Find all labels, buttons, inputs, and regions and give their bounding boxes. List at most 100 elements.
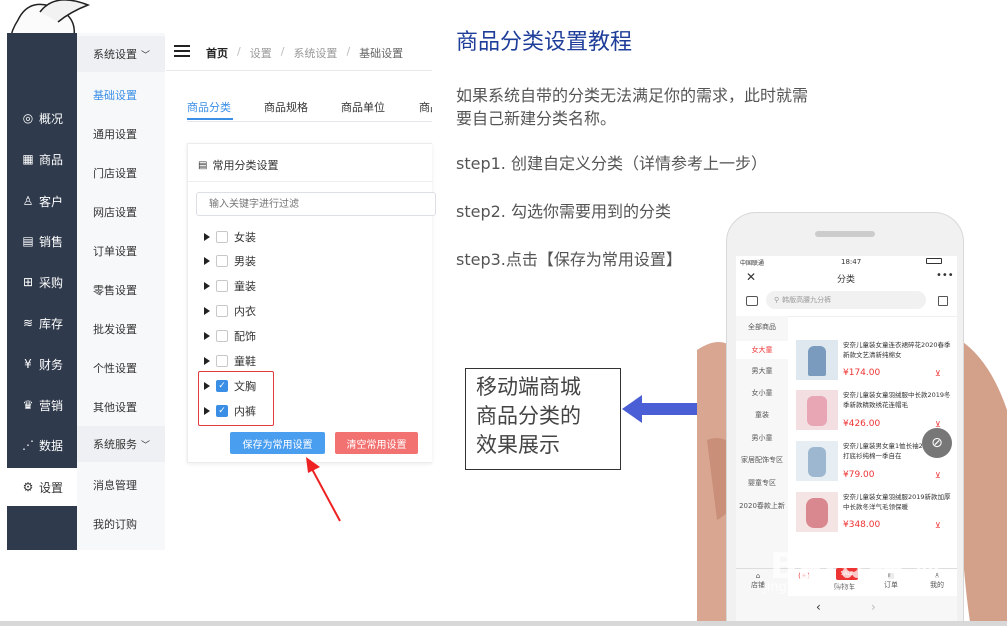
phone-category[interactable]: 男小童 — [736, 433, 788, 443]
caret-right-icon[interactable] — [204, 257, 210, 265]
tab-unit[interactable]: 商品单位 — [341, 99, 385, 115]
nav-data[interactable]: ⋰ 数据 — [7, 427, 77, 463]
tutorial-step1: step1. 创建自定义分类（详情参考上一步） — [456, 154, 767, 173]
save-common-button[interactable]: 保存为常用设置 — [230, 432, 325, 454]
sub-item-basic[interactable]: 基础设置 — [93, 87, 137, 103]
search-icon: ⚲ — [774, 296, 780, 304]
checkbox[interactable] — [216, 255, 228, 267]
highlight-box — [198, 371, 274, 426]
tree-item-men[interactable]: 男装 — [204, 253, 256, 269]
phone-category[interactable]: 婴童专区 — [736, 478, 788, 488]
link-icon[interactable]: ⊘ — [922, 428, 952, 458]
sub-item-other[interactable]: 其他设置 — [93, 399, 137, 415]
product-title[interactable]: 安奈儿童装女童羽绒服2019新款加厚中长款冬洋气毛领保暖 — [843, 492, 951, 512]
nav-overview[interactable]: ◎ 概况 — [7, 100, 77, 136]
panel-divider — [188, 181, 433, 182]
caret-right-icon[interactable] — [204, 282, 210, 290]
crumb-home[interactable]: 首页 — [206, 45, 228, 61]
caret-right-icon[interactable] — [204, 332, 210, 340]
product-price: ¥174.00 — [843, 368, 881, 378]
all-goods[interactable]: 全部商品 — [736, 322, 788, 332]
tree-item-kids-shoes[interactable]: 童鞋 — [204, 353, 256, 369]
yen-icon: ¥ — [24, 357, 32, 371]
product-image[interactable] — [796, 492, 838, 532]
nav-customer[interactable]: ♙ 客户 — [7, 183, 77, 219]
sub-item-store[interactable]: 门店设置 — [93, 165, 137, 181]
hamburger-icon[interactable] — [174, 45, 190, 57]
item-label: 女装 — [234, 231, 256, 244]
cart-icon[interactable]: ⊻ — [935, 471, 941, 480]
sub-item-general[interactable]: 通用设置 — [93, 126, 137, 142]
forward-icon[interactable]: › — [871, 600, 876, 614]
nav-purchase[interactable]: ⊞ 采购 — [7, 264, 77, 300]
sub-item-messages[interactable]: 消息管理 — [93, 477, 137, 493]
tree-item-women[interactable]: 女装 — [204, 229, 256, 245]
phone-search[interactable]: ⚲ 韩版高腰九分裤 — [766, 291, 926, 309]
filter-input[interactable] — [196, 192, 436, 216]
close-icon[interactable]: ✕ — [746, 270, 756, 284]
layers-icon: ≋ — [22, 316, 34, 330]
tabs-divider — [187, 121, 432, 122]
product-title[interactable]: 安奈儿童装女童羽绒服中长款2019冬季新款精致绣花连帽毛 — [843, 390, 951, 410]
nav-label: 销售 — [38, 234, 63, 249]
caret-right-icon[interactable] — [204, 307, 210, 315]
nav-label: 财务 — [38, 357, 63, 372]
cart-icon[interactable]: ⊻ — [935, 521, 941, 530]
nav-inventory[interactable]: ≋ 库存 — [7, 305, 77, 341]
tab-spec[interactable]: 商品规格 — [264, 99, 308, 115]
checkbox[interactable] — [216, 330, 228, 342]
phone-category[interactable]: 男大童 — [736, 366, 788, 376]
nav-sales[interactable]: ▤ 销售 — [7, 223, 77, 259]
sub-item-retail[interactable]: 零售设置 — [93, 282, 137, 298]
crumb-system-settings[interactable]: 系统设置 — [293, 45, 337, 61]
nav-label: 数据 — [38, 438, 63, 453]
checkbox[interactable] — [216, 305, 228, 317]
tab-more[interactable]: 商品 — [419, 99, 432, 115]
product-image[interactable] — [796, 441, 838, 481]
sub-item-personal[interactable]: 个性设置 — [93, 360, 137, 376]
tab-category[interactable]: 商品分类 — [187, 99, 231, 115]
cart-icon[interactable]: ⊻ — [935, 369, 941, 378]
back-icon[interactable]: ‹ — [816, 600, 821, 614]
bottom-rule — [0, 621, 1007, 626]
sub-item-wholesale[interactable]: 批发设置 — [93, 321, 137, 337]
nav-goods[interactable]: ▦ 商品 — [7, 141, 77, 177]
group-system-settings[interactable]: 系统设置 ﹀ — [77, 36, 165, 72]
nav-settings[interactable]: ⚙ 设置 — [7, 468, 77, 506]
group-system-service[interactable]: 系统服务 ﹀ — [77, 426, 165, 462]
nav-label: 客户 — [38, 194, 63, 209]
tutorial-paragraph-line1: 如果系统自带的分类无法满足你的需求，此时就需 — [456, 86, 809, 105]
sub-item-webstore[interactable]: 网店设置 — [93, 204, 137, 220]
bag-icon[interactable] — [938, 296, 948, 306]
product-image[interactable] — [796, 340, 838, 380]
phone-category[interactable]: 2020春款上新 — [736, 501, 788, 511]
crumb-settings[interactable]: 设置 — [250, 45, 272, 61]
item-label: 内衣 — [234, 305, 256, 318]
document-icon: ▤ — [22, 234, 34, 248]
more-icon[interactable]: ••• — [936, 270, 954, 281]
product-title[interactable]: 安奈儿童装女童连衣裙碎花2020春季新款文艺清新纯棉女 — [843, 340, 951, 360]
phone-category[interactable]: 童装 — [736, 410, 788, 420]
caret-right-icon[interactable] — [204, 357, 210, 365]
product-image[interactable] — [796, 390, 838, 430]
gear-icon: ⚙ — [22, 480, 34, 494]
checkbox[interactable] — [216, 355, 228, 367]
checkbox[interactable] — [216, 231, 228, 243]
clear-common-button[interactable]: 清空常用设置 — [335, 432, 418, 454]
nav-marketing[interactable]: ♛ 营销 — [7, 387, 77, 423]
tree-item-kids[interactable]: 童装 — [204, 278, 256, 294]
nav-finance[interactable]: ¥ 财务 — [7, 346, 77, 382]
phone-category[interactable]: 女小童 — [736, 388, 788, 398]
sub-item-subscriptions[interactable]: 我的订购 — [93, 516, 137, 532]
phone-category-active[interactable]: 女大童 — [736, 341, 788, 359]
red-arrow-annotation — [306, 457, 341, 522]
phone-title: 分类 — [837, 275, 856, 285]
tree-item-underwear[interactable]: 内衣 — [204, 303, 256, 319]
phone-category[interactable]: 家居配饰专区 — [736, 455, 788, 465]
message-icon[interactable] — [746, 296, 758, 306]
checkbox[interactable] — [216, 280, 228, 292]
tree-item-accessories[interactable]: 配饰 — [204, 328, 256, 344]
sub-item-order[interactable]: 订单设置 — [93, 243, 137, 259]
caret-right-icon[interactable] — [204, 233, 210, 241]
chevron-down-icon: ﹀ — [141, 440, 151, 451]
